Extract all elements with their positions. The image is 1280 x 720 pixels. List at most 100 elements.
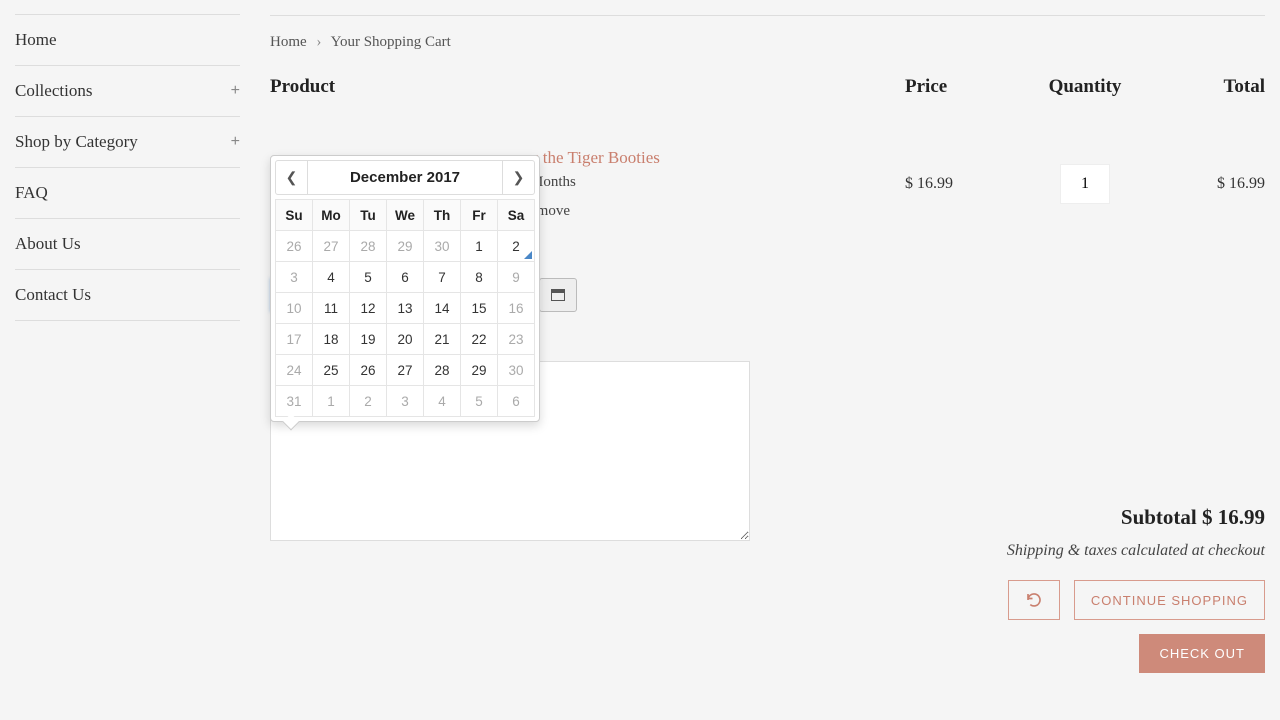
datepicker-week: 3456789 [276, 262, 535, 293]
datepicker-day[interactable]: 6 [387, 262, 424, 293]
col-product: Product [270, 76, 905, 98]
quantity-cell [1025, 164, 1145, 204]
chevron-left-icon: ❮ [286, 169, 298, 186]
sidebar-item-faq[interactable]: FAQ [15, 167, 240, 219]
dow-cell: Sa [498, 200, 535, 231]
datepicker-day[interactable]: 19 [350, 324, 387, 355]
sidebar-item-label: Collections [15, 81, 92, 101]
breadcrumb-current: Your Shopping Cart [331, 34, 451, 50]
datepicker-popover: ❮ December 2017 ❯ SuMoTuWeThFrSa 2627282… [270, 155, 540, 422]
datepicker-day[interactable]: 1 [461, 231, 498, 262]
dow-cell: Fr [461, 200, 498, 231]
datepicker-day[interactable]: 2 [350, 386, 387, 417]
datepicker-dow-row: SuMoTuWeThFrSa [276, 200, 535, 231]
subtotal-label: Subtotal [1121, 505, 1197, 529]
datepicker-day[interactable]: 5 [350, 262, 387, 293]
datepicker-week: 17181920212223 [276, 324, 535, 355]
divider [270, 15, 1265, 16]
product-title[interactable]: x the Tiger Booties [530, 148, 905, 168]
item-total: $ 16.99 [1145, 175, 1265, 193]
update-cart-button[interactable] [1008, 580, 1060, 620]
col-price: Price [905, 76, 1025, 98]
chevron-right-icon: ❯ [513, 169, 525, 186]
datepicker-day[interactable]: 26 [350, 355, 387, 386]
datepicker-day[interactable]: 22 [461, 324, 498, 355]
dow-cell: Mo [313, 200, 350, 231]
dow-cell: Su [276, 200, 313, 231]
sidebar-item-about-us[interactable]: About Us [15, 218, 240, 270]
datepicker-day[interactable]: 25 [313, 355, 350, 386]
quantity-input[interactable] [1060, 164, 1110, 204]
sidebar-item-label: FAQ [15, 183, 48, 203]
checkout-button[interactable]: CHECK OUT [1139, 634, 1265, 673]
datepicker-next-button[interactable]: ❯ [502, 161, 534, 194]
refresh-icon [1025, 591, 1043, 609]
datepicker-day[interactable]: 20 [387, 324, 424, 355]
datepicker-day[interactable]: 30 [498, 355, 535, 386]
datepicker-day[interactable]: 30 [424, 231, 461, 262]
sidebar-item-label: Home [15, 30, 57, 50]
subtotal-value: $ 16.99 [1202, 505, 1265, 529]
datepicker-week: 24252627282930 [276, 355, 535, 386]
datepicker-week: 262728293012 [276, 231, 535, 262]
datepicker-day[interactable]: 14 [424, 293, 461, 324]
main-content: Home › Your Shopping Cart Product Price … [270, 15, 1265, 546]
datepicker-day[interactable]: 3 [276, 262, 313, 293]
product-variant: Months [530, 174, 905, 191]
datepicker-title[interactable]: December 2017 [308, 161, 502, 194]
datepicker-day[interactable]: 29 [387, 231, 424, 262]
datepicker-day[interactable]: 12 [350, 293, 387, 324]
col-quantity: Quantity [1025, 76, 1145, 98]
datepicker-week: 31123456 [276, 386, 535, 417]
expand-icon[interactable]: + [231, 133, 240, 151]
order-summary: Subtotal $ 16.99 Shipping & taxes calcul… [1007, 505, 1265, 687]
sidebar-item-collections[interactable]: Collections + [15, 65, 240, 117]
calendar-button[interactable] [539, 278, 577, 312]
datepicker-day[interactable]: 28 [424, 355, 461, 386]
datepicker-day[interactable]: 6 [498, 386, 535, 417]
datepicker-day[interactable]: 10 [276, 293, 313, 324]
datepicker-day[interactable]: 27 [313, 231, 350, 262]
continue-shopping-button[interactable]: CONTINUE SHOPPING [1074, 580, 1265, 620]
datepicker-day[interactable]: 8 [461, 262, 498, 293]
expand-icon[interactable]: + [231, 82, 240, 100]
sidebar-item-label: Shop by Category [15, 132, 138, 152]
datepicker-day[interactable]: 4 [313, 262, 350, 293]
calendar-icon [551, 289, 565, 301]
cart-header-row: Product Price Quantity Total [270, 76, 1265, 108]
datepicker-day[interactable]: 9 [498, 262, 535, 293]
sidebar-item-shop-by-category[interactable]: Shop by Category + [15, 116, 240, 168]
item-price: $ 16.99 [905, 175, 1025, 193]
datepicker-day[interactable]: 17 [276, 324, 313, 355]
action-row-2: CHECK OUT [1007, 634, 1265, 673]
datepicker-day[interactable]: 18 [313, 324, 350, 355]
datepicker-day[interactable]: 15 [461, 293, 498, 324]
datepicker-day[interactable]: 7 [424, 262, 461, 293]
datepicker-day[interactable]: 28 [350, 231, 387, 262]
subtotal-line: Subtotal $ 16.99 [1007, 505, 1265, 530]
col-total: Total [1145, 76, 1265, 98]
datepicker-prev-button[interactable]: ❮ [276, 161, 308, 194]
datepicker-day[interactable]: 13 [387, 293, 424, 324]
datepicker-day[interactable]: 1 [313, 386, 350, 417]
sidebar-item-home[interactable]: Home [15, 14, 240, 66]
datepicker-day[interactable]: 11 [313, 293, 350, 324]
datepicker-day[interactable]: 24 [276, 355, 313, 386]
breadcrumb-separator: › [316, 34, 321, 50]
datepicker-day[interactable]: 26 [276, 231, 313, 262]
datepicker-day[interactable]: 2 [498, 231, 535, 262]
datepicker-day[interactable]: 23 [498, 324, 535, 355]
datepicker-day[interactable]: 27 [387, 355, 424, 386]
sidebar-item-label: About Us [15, 234, 81, 254]
sidebar: Home Collections+ Shop by Category+ FAQ … [15, 15, 240, 546]
datepicker-day[interactable]: 31 [276, 386, 313, 417]
datepicker-day[interactable]: 5 [461, 386, 498, 417]
datepicker-day[interactable]: 4 [424, 386, 461, 417]
sidebar-item-contact-us[interactable]: Contact Us [15, 269, 240, 321]
datepicker-day[interactable]: 16 [498, 293, 535, 324]
datepicker-day[interactable]: 21 [424, 324, 461, 355]
datepicker-day[interactable]: 3 [387, 386, 424, 417]
breadcrumb-home[interactable]: Home [270, 34, 307, 50]
datepicker-day[interactable]: 29 [461, 355, 498, 386]
remove-link[interactable]: emove [530, 203, 905, 220]
